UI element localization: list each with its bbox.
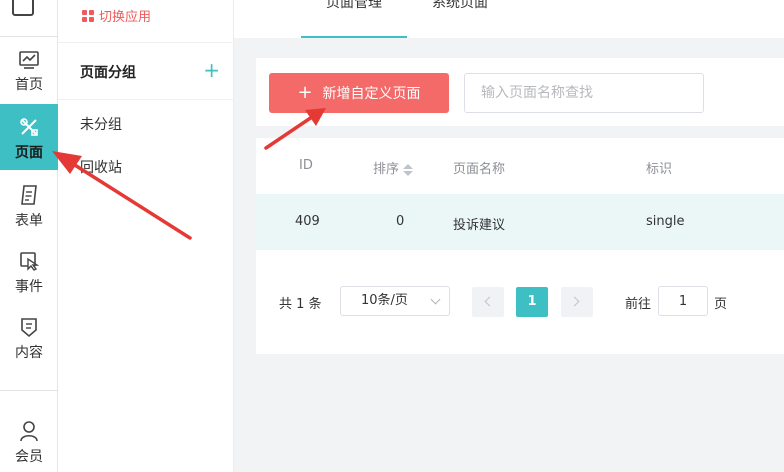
tab-label: 系统页面 <box>432 0 488 11</box>
column-header-id: ID <box>299 158 313 173</box>
next-page-button[interactable] <box>561 287 593 317</box>
prev-page-button[interactable] <box>472 287 504 317</box>
rail-label-pages: 页面 <box>15 145 43 161</box>
user-icon <box>20 421 38 442</box>
column-header-sort[interactable]: 排序 <box>373 158 414 177</box>
goto-unit: 页 <box>714 297 728 312</box>
switch-app-link[interactable]: 切换应用 <box>82 6 151 25</box>
content-shield-icon <box>21 318 37 338</box>
chevron-right-icon <box>569 296 580 307</box>
group-panel-title: 页面分组 <box>80 65 136 81</box>
cell-id: 409 <box>295 214 320 229</box>
rail-label-forms: 表单 <box>15 213 43 229</box>
group-header: 页面分组 + <box>58 42 234 100</box>
tab-page-management[interactable]: 页面管理 <box>301 0 407 38</box>
rail-label-events: 事件 <box>15 279 43 295</box>
rail-divider <box>0 36 58 37</box>
rail-item-events[interactable]: 事件 <box>0 250 58 314</box>
event-hand-icon <box>20 252 40 271</box>
add-custom-page-label: 新增自定义页面 <box>322 86 421 102</box>
page-table: ID 排序 页面名称 标识 409 0 投诉建议 single <box>256 138 784 250</box>
tab-bar: 页面管理 系统页面 <box>234 0 784 38</box>
pagination-total: 共 1 条 <box>279 297 322 312</box>
cell-identifier: single <box>646 214 685 229</box>
group-item-recycle-bin[interactable]: 回收站 <box>80 157 122 177</box>
group-item-ungrouped[interactable]: 未分组 <box>80 114 122 134</box>
column-header-page-name: 页面名称 <box>453 162 506 177</box>
tab-label: 页面管理 <box>326 0 382 11</box>
rail-item-content[interactable]: 内容 <box>0 316 58 380</box>
rail-item-forms[interactable]: 表单 <box>0 184 58 248</box>
column-header-identifier: 标识 <box>646 162 673 177</box>
design-tools-icon <box>20 118 38 136</box>
pagination: 共 1 条 10条/页 1 前往 页 <box>256 250 784 354</box>
cell-sort: 0 <box>396 214 405 229</box>
rail-item-pages[interactable]: 页面 <box>0 104 58 170</box>
add-group-button[interactable]: + <box>203 60 220 80</box>
cell-page-name: 投诉建议 <box>453 218 506 233</box>
switch-app-label: 切换应用 <box>99 10 152 25</box>
app-window-icon[interactable] <box>12 0 34 16</box>
app-grid-icon <box>82 9 94 22</box>
current-page-button[interactable]: 1 <box>516 287 548 317</box>
add-custom-page-button[interactable]: + 新增自定义页面 <box>269 73 449 113</box>
chevron-left-icon <box>484 296 495 307</box>
rail-divider-bottom <box>0 390 58 391</box>
goto-label: 前往 <box>625 297 652 312</box>
left-rail: 首页 页面 表单 事件 内容 会员 <box>0 0 58 472</box>
page-size-select[interactable]: 10条/页 <box>340 286 450 316</box>
toolbar: + 新增自定义页面 <box>256 58 784 126</box>
goto-page-input[interactable] <box>658 286 708 316</box>
form-document-icon <box>21 185 37 205</box>
page-group-panel: 切换应用 页面分组 + 未分组 回收站 <box>58 0 234 472</box>
table-row[interactable]: 409 0 投诉建议 single <box>256 194 784 250</box>
rail-label-content: 内容 <box>15 345 43 361</box>
plus-icon: + <box>297 82 313 103</box>
rail-item-member[interactable]: 会员 <box>0 420 58 472</box>
rail-label-home: 首页 <box>15 77 43 93</box>
page-size-value: 10条/页 <box>361 293 408 308</box>
rail-label-member: 会员 <box>15 449 43 465</box>
chevron-down-icon <box>430 294 441 305</box>
page-name-search-input[interactable] <box>464 73 704 113</box>
sort-caret-icon[interactable] <box>403 163 414 177</box>
column-header-sort-label: 排序 <box>373 162 400 177</box>
chart-monitor-icon <box>19 51 39 69</box>
tab-system-pages[interactable]: 系统页面 <box>420 0 500 38</box>
